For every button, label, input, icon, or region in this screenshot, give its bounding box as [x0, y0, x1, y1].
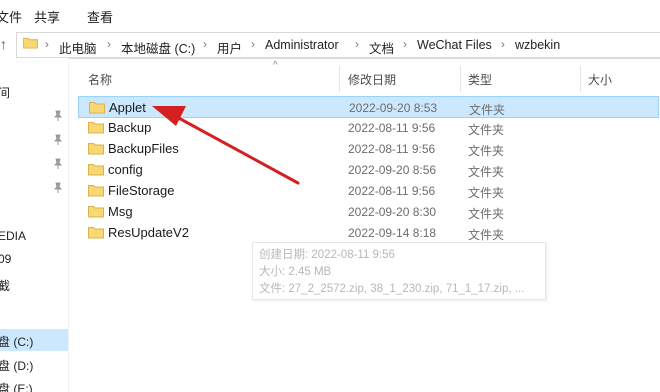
column-name[interactable]: 名称 [88, 71, 112, 88]
pin-icon[interactable] [52, 134, 64, 146]
file-name: BackupFiles [108, 141, 179, 156]
column-modified[interactable]: 修改日期 [348, 71, 396, 88]
sort-ascending-icon: ^ [273, 60, 278, 71]
file-name: ResUpdateV2 [108, 225, 189, 240]
file-name: Backup [108, 120, 152, 135]
nav-item[interactable]: 截 [0, 277, 10, 294]
folder-icon [88, 206, 104, 218]
folder-icon [88, 122, 104, 134]
breadcrumb-separator-icon[interactable]: › [355, 37, 359, 51]
file-name: Msg [108, 204, 133, 219]
nav-item[interactable]: EDIA [0, 229, 26, 243]
table-row[interactable]: Msg 2022-09-20 8:30 文件夹 [78, 201, 658, 222]
column-divider[interactable] [339, 66, 340, 92]
ribbon: 文件 共享 查看 [0, 0, 660, 30]
file-type: 文件夹 [468, 207, 505, 221]
up-arrow-icon[interactable]: ↑ [0, 36, 7, 52]
column-divider[interactable] [460, 66, 461, 92]
breadcrumb-separator-icon[interactable]: › [203, 37, 207, 51]
file-name: config [108, 162, 143, 177]
file-type: 文件夹 [468, 123, 505, 137]
table-row[interactable]: config 2022-09-20 8:56 文件夹 [78, 159, 658, 180]
file-type: 文件夹 [468, 165, 505, 179]
tab-view[interactable]: 查看 [87, 7, 113, 26]
breadcrumb-wechat-files[interactable]: WeChat Files [417, 38, 492, 52]
navigation-pane[interactable]: 间 EDIA 09 截 盘 (C:) 盘 (D:) 盘 (E:) [0, 58, 69, 392]
breadcrumb-administrator[interactable]: Administrator [265, 38, 339, 52]
tooltip-files: 文件: 27_2_2572.zip, 38_1_230.zip, 71_1_17… [259, 283, 525, 295]
file-name: FileStorage [108, 183, 175, 198]
nav-item[interactable]: 间 [0, 84, 10, 101]
file-modified: 2022-09-20 8:30 [348, 205, 437, 219]
folder-icon [88, 143, 104, 155]
column-type[interactable]: 类型 [468, 71, 492, 88]
table-row[interactable]: Backup 2022-08-11 9:56 文件夹 [78, 117, 658, 138]
table-row[interactable]: BackupFiles 2022-08-11 9:56 文件夹 [78, 138, 658, 159]
nav-item[interactable]: 09 [0, 252, 11, 266]
breadcrumb-separator-icon[interactable]: › [107, 37, 111, 51]
file-modified: 2022-08-11 9:56 [348, 142, 436, 156]
pin-icon[interactable] [52, 182, 64, 194]
address-row: ↑ › 此电脑 › 本地磁盘 (C:) › 用户 › Administrator… [0, 30, 660, 59]
breadcrumb-separator-icon[interactable]: › [403, 37, 407, 51]
pin-icon[interactable] [52, 110, 64, 122]
tab-share[interactable]: 共享 [34, 7, 60, 26]
breadcrumb-separator-icon[interactable]: › [251, 37, 255, 51]
column-divider[interactable] [580, 66, 581, 92]
breadcrumb-local-disk[interactable]: 本地磁盘 (C:) [121, 38, 195, 57]
file-modified: 2022-09-20 8:56 [348, 163, 437, 177]
file-modified: 2022-09-20 8:53 [349, 101, 438, 115]
folder-icon [23, 37, 38, 49]
nav-item-drive-d[interactable]: 盘 (D:) [0, 357, 33, 374]
folder-icon [88, 164, 104, 176]
file-modified: 2022-09-14 8:18 [348, 226, 437, 240]
breadcrumb-separator-icon[interactable]: › [45, 37, 49, 51]
folder-icon [88, 227, 104, 239]
file-type: 文件夹 [468, 144, 505, 158]
pin-icon[interactable] [52, 158, 64, 170]
file-modified: 2022-08-11 9:56 [348, 121, 436, 135]
tooltip-size: 大小: 2.45 MB [259, 266, 332, 278]
table-row[interactable]: Applet 2022-09-20 8:53 文件夹 [78, 96, 659, 118]
file-type: 文件夹 [469, 103, 506, 117]
breadcrumb-wzbekin[interactable]: wzbekin [515, 38, 560, 52]
breadcrumb-users[interactable]: 用户 [217, 38, 242, 57]
file-tooltip: 创建日期: 2022-08-11 9:56 大小: 2.45 MB 文件: 27… [252, 242, 546, 300]
file-modified: 2022-08-11 9:56 [348, 184, 436, 198]
table-row[interactable]: FileStorage 2022-08-11 9:56 文件夹 [78, 180, 658, 201]
tooltip-created: 创建日期: 2022-08-11 9:56 [259, 249, 395, 261]
tab-file[interactable]: 文件 [0, 7, 22, 26]
folder-icon [88, 185, 104, 197]
table-row[interactable]: ResUpdateV2 2022-09-14 8:18 文件夹 [78, 222, 658, 243]
address-bar[interactable]: › 此电脑 › 本地磁盘 (C:) › 用户 › Administrator ›… [16, 32, 660, 58]
breadcrumb-documents[interactable]: 文档 [369, 38, 394, 57]
nav-item-drive-c[interactable]: 盘 (C:) [0, 333, 33, 350]
folder-icon [89, 102, 105, 114]
file-name: Applet [109, 100, 146, 115]
nav-item-drive-e[interactable]: 盘 (E:) [0, 380, 33, 392]
column-size[interactable]: 大小 [588, 71, 612, 88]
column-header: ^ 名称 修改日期 类型 大小 [68, 58, 660, 94]
breadcrumb-separator-icon[interactable]: › [501, 37, 505, 51]
file-type: 文件夹 [468, 228, 505, 242]
breadcrumb-this-pc[interactable]: 此电脑 [59, 38, 97, 57]
file-type: 文件夹 [468, 186, 505, 200]
